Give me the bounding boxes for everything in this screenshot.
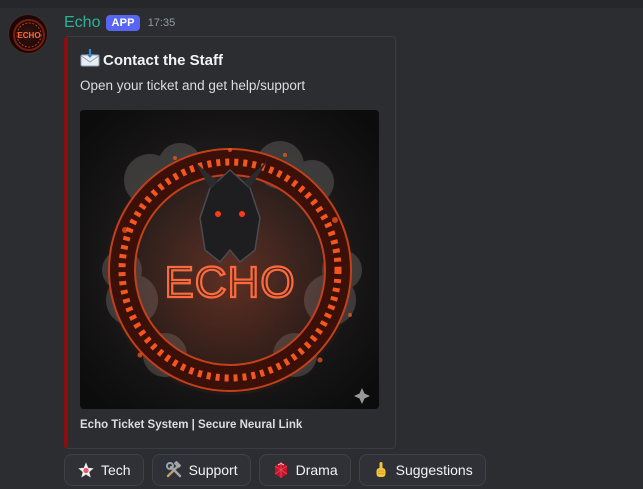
embed-footer: Echo Ticket System | Secure Neural Link — [80, 419, 303, 431]
drama-button-label: Drama — [295, 462, 338, 478]
glowing-star-icon — [77, 461, 95, 479]
suggestions-button[interactable]: Suggestions — [358, 454, 486, 486]
red-gem-icon — [272, 461, 290, 479]
embed-description: Open your ticket and get help/support — [80, 78, 306, 93]
drama-button[interactable]: Drama — [258, 454, 351, 486]
embed-title: Contact the Staff — [80, 49, 223, 72]
tech-button-label: Tech — [101, 462, 131, 478]
chat-message: ECHO Echo APP 17:35 Contact the Staff Op… — [0, 8, 643, 489]
support-button-label: Support — [188, 462, 238, 478]
embed-title-text: Contact the Staff — [103, 52, 223, 69]
author-avatar[interactable]: ECHO — [8, 14, 48, 54]
suggestions-button-label: Suggestions — [395, 462, 473, 478]
message-header: Echo APP 17:35 — [64, 13, 175, 33]
message-timestamp[interactable]: 17:35 — [148, 17, 176, 29]
hammer-and-wrench-icon — [165, 461, 183, 479]
echo-dragon-avatar-icon: ECHO — [13, 19, 45, 51]
image-logo-text: ECHO — [164, 258, 295, 307]
incoming-envelope-icon — [80, 49, 100, 72]
tech-button[interactable]: Tech — [64, 454, 144, 486]
embed-card: Contact the Staff Open your ticket and g… — [64, 36, 396, 449]
app-badge: APP — [106, 15, 140, 31]
author-name[interactable]: Echo — [64, 14, 100, 32]
channel-top-bar — [0, 0, 643, 8]
avatar-logo-text: ECHO — [17, 31, 40, 40]
action-buttons: Tech Support Drama Suggestions — [64, 454, 486, 486]
support-button[interactable]: Support — [151, 454, 251, 486]
embed-image[interactable]: ECHO — [80, 110, 379, 409]
pointing-finger-icon — [372, 461, 390, 479]
echo-dragon-image: ECHO — [80, 110, 379, 409]
